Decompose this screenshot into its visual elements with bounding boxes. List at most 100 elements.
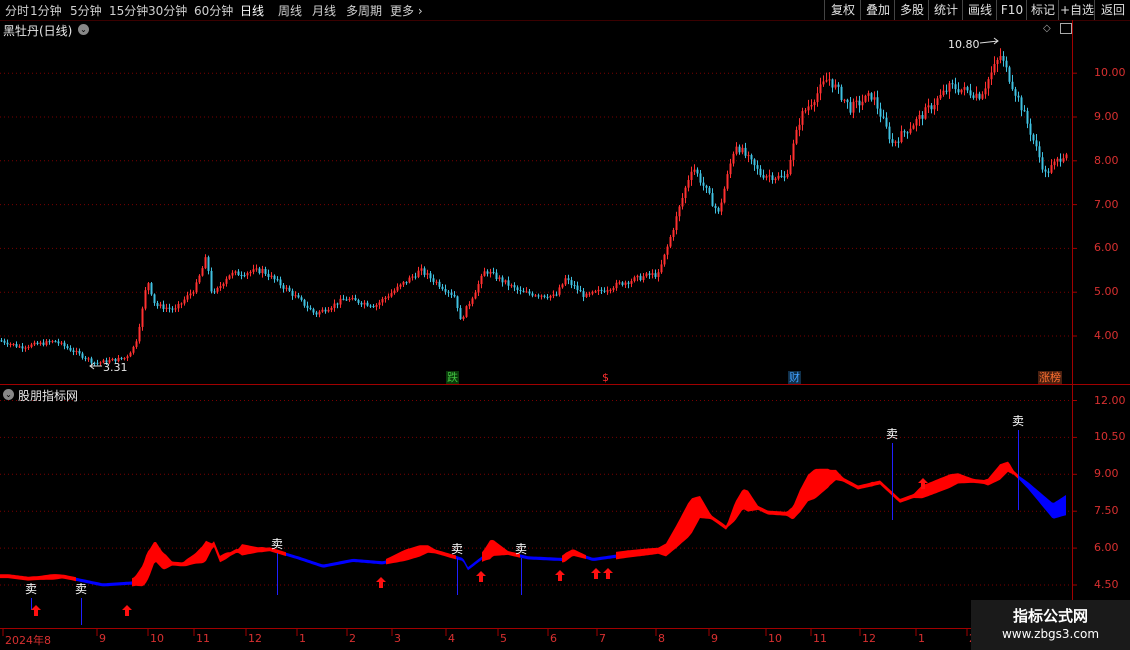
candle-body bbox=[126, 356, 129, 359]
candle-body bbox=[960, 89, 963, 93]
y-tick-label: 8.00 bbox=[1094, 153, 1119, 167]
candle-body bbox=[732, 153, 735, 164]
chevron-down-icon[interactable]: ⌄ bbox=[78, 24, 89, 35]
candle-body bbox=[459, 308, 462, 319]
candle-body bbox=[879, 108, 882, 117]
candle-body bbox=[996, 59, 999, 65]
candle-body bbox=[132, 346, 135, 353]
candle-body bbox=[354, 298, 357, 301]
candle-body bbox=[447, 291, 450, 293]
candle-body bbox=[21, 346, 24, 349]
candle-body bbox=[276, 279, 279, 281]
candle-body bbox=[528, 291, 531, 294]
candle-body bbox=[819, 84, 822, 94]
candle-body bbox=[348, 298, 351, 300]
x-tick-label: 9 bbox=[99, 632, 106, 645]
candle-body bbox=[417, 270, 420, 277]
candle-body bbox=[1053, 161, 1056, 166]
candle-body bbox=[9, 344, 12, 346]
candle-body bbox=[180, 303, 183, 305]
x-tick-label: 3 bbox=[394, 632, 401, 645]
candle-body bbox=[342, 298, 345, 300]
candle-body bbox=[261, 269, 264, 274]
sell-signal-label: 卖 bbox=[515, 542, 528, 556]
news-badge-finance[interactable]: 财 bbox=[788, 371, 801, 384]
candle-body bbox=[669, 236, 672, 247]
candle-body bbox=[726, 174, 729, 189]
candle-body bbox=[855, 100, 858, 102]
candle-body bbox=[375, 304, 378, 307]
candle-body bbox=[831, 79, 834, 88]
candle-body bbox=[912, 125, 915, 129]
candle-body bbox=[279, 279, 282, 286]
candle-body bbox=[6, 342, 9, 345]
candle-body bbox=[3, 340, 6, 343]
news-badge-dollar[interactable]: $ bbox=[601, 371, 610, 384]
candle-body bbox=[906, 132, 909, 134]
sell-signal-label: 卖 bbox=[451, 542, 464, 556]
candle-body bbox=[339, 298, 342, 305]
candle-body bbox=[786, 174, 789, 178]
candle-body bbox=[219, 286, 222, 288]
candle-body bbox=[318, 311, 321, 315]
candle-body bbox=[39, 342, 42, 344]
candle-body bbox=[99, 362, 102, 364]
y-tick-label: 6.00 bbox=[1094, 241, 1119, 255]
candle-body bbox=[549, 295, 552, 298]
candle-body bbox=[1047, 171, 1050, 173]
chevron-down-icon[interactable]: ⌄ bbox=[3, 389, 14, 400]
candle-body bbox=[705, 185, 708, 188]
candle-body bbox=[666, 246, 669, 255]
sell-signal-label: 卖 bbox=[75, 582, 88, 596]
candle-body bbox=[171, 308, 174, 310]
candle-body bbox=[483, 271, 486, 276]
candle-body bbox=[456, 296, 459, 309]
band-segment-down bbox=[456, 555, 482, 571]
candle-body bbox=[351, 298, 354, 300]
candle-body bbox=[462, 316, 465, 319]
candle-body bbox=[201, 268, 204, 276]
candle-body bbox=[1002, 56, 1005, 61]
candle-body bbox=[825, 80, 828, 82]
candle-body bbox=[570, 280, 573, 286]
y-tick-label: 6.00 bbox=[1094, 541, 1119, 555]
high-pointer-icon bbox=[979, 37, 999, 45]
candle-body bbox=[828, 79, 831, 81]
candle-body bbox=[534, 295, 537, 297]
candle-body bbox=[729, 163, 732, 175]
candle-body bbox=[990, 72, 993, 80]
news-badge-fall[interactable]: 跌 bbox=[446, 371, 459, 384]
candle-body bbox=[843, 99, 846, 101]
candle-body bbox=[1056, 158, 1059, 162]
candle-body bbox=[72, 350, 75, 352]
candle-body bbox=[186, 295, 189, 300]
candle-body bbox=[465, 306, 468, 317]
candle-body bbox=[582, 291, 585, 297]
candle-body bbox=[213, 291, 216, 293]
sell-signal-label: 卖 bbox=[886, 427, 899, 441]
candle-body bbox=[177, 304, 180, 309]
panel-toggle-icon[interactable] bbox=[1060, 23, 1072, 34]
candle-body bbox=[444, 289, 447, 292]
candle-body bbox=[477, 284, 480, 293]
x-tick-label: 6 bbox=[550, 632, 557, 645]
candle-body bbox=[762, 175, 765, 178]
candle-body bbox=[651, 273, 654, 275]
y-tick-label: 5.00 bbox=[1094, 285, 1119, 299]
candle-body bbox=[636, 275, 639, 278]
candle-body bbox=[954, 84, 957, 90]
candle-body bbox=[939, 94, 942, 99]
y-tick-label: 7.00 bbox=[1094, 197, 1119, 211]
candle-body bbox=[687, 179, 690, 188]
candle-body bbox=[801, 111, 804, 125]
candle-body bbox=[648, 273, 651, 275]
candle-body bbox=[741, 147, 744, 153]
diamond-icon[interactable]: ◇ bbox=[1043, 23, 1051, 34]
news-badge-gain-list[interactable]: 涨榜 bbox=[1038, 371, 1062, 384]
candle-body bbox=[945, 90, 948, 92]
x-tick-label: 12 bbox=[862, 632, 876, 645]
y-tick-label: 4.00 bbox=[1094, 329, 1119, 342]
candle-body bbox=[204, 257, 207, 269]
y-tick-label: 10.50 bbox=[1094, 430, 1126, 444]
candle-body bbox=[336, 303, 339, 305]
